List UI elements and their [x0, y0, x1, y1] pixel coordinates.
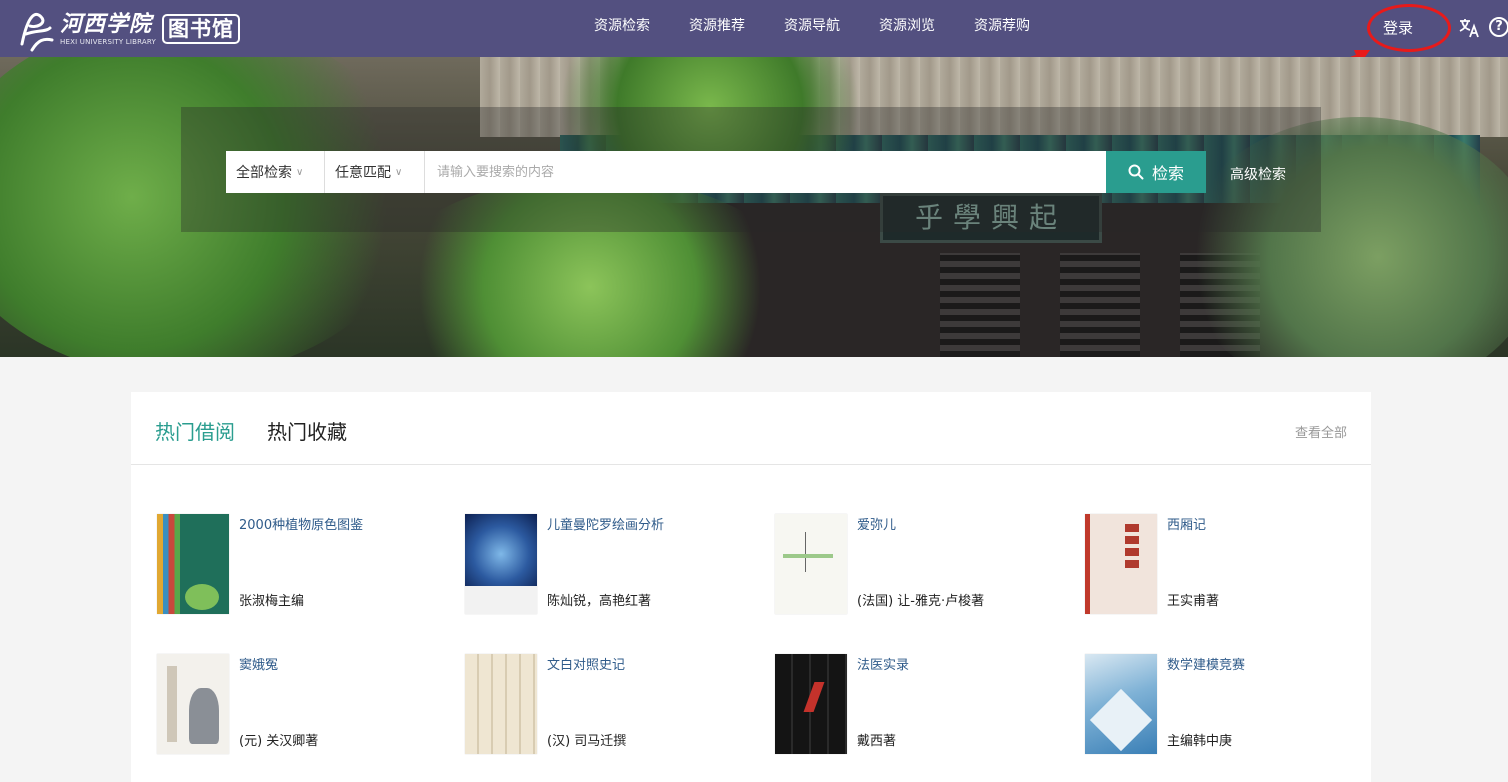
- book-cover-image[interactable]: [1085, 514, 1157, 614]
- popular-books-card: 热门借阅 热门收藏 查看全部 2000种植物原色图鉴 张淑梅主编 儿童曼陀罗绘画…: [131, 392, 1371, 782]
- view-all-link[interactable]: 查看全部: [1295, 422, 1347, 441]
- book-author: (法国) 让-雅克·卢梭著: [857, 594, 985, 609]
- nav-resource-search[interactable]: 资源检索: [594, 15, 650, 35]
- chevron-down-icon: ∨: [395, 166, 403, 178]
- book-author: 主编韩中庚: [1167, 734, 1233, 749]
- book-item: 法医实录 戴西著: [775, 654, 1075, 754]
- book-item: 2000种植物原色图鉴 张淑梅主编: [157, 514, 457, 614]
- tab-popular-collection[interactable]: 热门收藏: [267, 416, 347, 445]
- book-title[interactable]: 文白对照史记: [547, 654, 625, 673]
- logo-english-name: HEXI UNIVERSITY LIBRARY: [60, 38, 156, 46]
- book-title[interactable]: 法医实录: [857, 654, 909, 673]
- card-divider: [131, 464, 1371, 465]
- search-input[interactable]: [425, 151, 1106, 193]
- book-title[interactable]: 爱弥儿: [857, 514, 896, 533]
- book-author: (元) 关汉卿著: [239, 734, 319, 749]
- book-item: 窦娥冤 (元) 关汉卿著: [157, 654, 457, 754]
- search-button-label: 检索: [1151, 164, 1184, 183]
- advanced-search-link[interactable]: 高级检索: [1230, 164, 1286, 184]
- book-title[interactable]: 数学建模竞赛: [1167, 654, 1245, 673]
- library-logo[interactable]: 河西学院 HEXI UNIVERSITY LIBRARY 图书馆: [16, 4, 240, 54]
- logo-library-label: 图书馆: [161, 14, 240, 44]
- translate-icon[interactable]: [1458, 17, 1480, 39]
- search-icon: [1128, 164, 1144, 180]
- match-mode-label: 任意匹配: [335, 165, 391, 181]
- book-item: 爱弥儿 (法国) 让-雅克·卢梭著: [775, 514, 1075, 614]
- book-author: 张淑梅主编: [239, 594, 305, 609]
- book-item: 西厢记 王实甫著: [1085, 514, 1385, 614]
- search-bar: 全部检索 ∨ 任意匹配 ∨: [226, 151, 1106, 193]
- main-nav: 资源检索 资源推荐 资源导航 资源浏览 资源荐购: [594, 0, 1069, 50]
- book-author: 王实甫著: [1167, 594, 1220, 609]
- book-author: (汉) 司马迁撰: [547, 734, 627, 749]
- book-item: 数学建模竞赛 主编韩中庚: [1085, 654, 1385, 754]
- book-author: 陈灿锐，高艳红著: [547, 594, 652, 609]
- book-cover-image[interactable]: [157, 654, 229, 754]
- search-button[interactable]: 检索: [1106, 151, 1206, 193]
- nav-resource-purchase[interactable]: 资源荐购: [974, 15, 1030, 35]
- book-title[interactable]: 西厢记: [1167, 514, 1206, 533]
- book-cover-image[interactable]: [775, 514, 847, 614]
- book-item: 儿童曼陀罗绘画分析 陈灿锐，高艳红著: [465, 514, 765, 614]
- book-item: 文白对照史记 (汉) 司马迁撰: [465, 654, 765, 754]
- book-cover-image[interactable]: [775, 654, 847, 754]
- book-title[interactable]: 2000种植物原色图鉴: [239, 514, 363, 533]
- logo-calligraphy-icon: [20, 12, 54, 52]
- book-cover-image[interactable]: [157, 514, 229, 614]
- match-mode-select[interactable]: 任意匹配 ∨: [325, 151, 425, 193]
- chevron-down-icon: ∨: [296, 166, 304, 178]
- help-icon[interactable]: ?: [1489, 17, 1508, 37]
- book-cover-image[interactable]: [1085, 654, 1157, 754]
- search-scope-select[interactable]: 全部检索 ∨: [226, 151, 325, 193]
- nav-resource-recommend[interactable]: 资源推荐: [689, 15, 745, 35]
- logo-chinese-name: 河西学院: [60, 11, 153, 37]
- search-scope-label: 全部检索: [236, 165, 292, 181]
- book-title[interactable]: 窦娥冤: [239, 654, 278, 673]
- nav-resource-navigation[interactable]: 资源导航: [784, 15, 840, 35]
- popular-tabs: 热门借阅 热门收藏: [155, 416, 379, 445]
- book-cover-image[interactable]: [465, 654, 537, 754]
- book-title[interactable]: 儿童曼陀罗绘画分析: [547, 514, 664, 533]
- login-button[interactable]: 登录: [1383, 17, 1413, 38]
- book-cover-image[interactable]: [465, 514, 537, 614]
- book-author: 戴西著: [857, 734, 897, 749]
- nav-resource-browse[interactable]: 资源浏览: [879, 15, 935, 35]
- tab-popular-borrow[interactable]: 热门借阅: [155, 416, 235, 445]
